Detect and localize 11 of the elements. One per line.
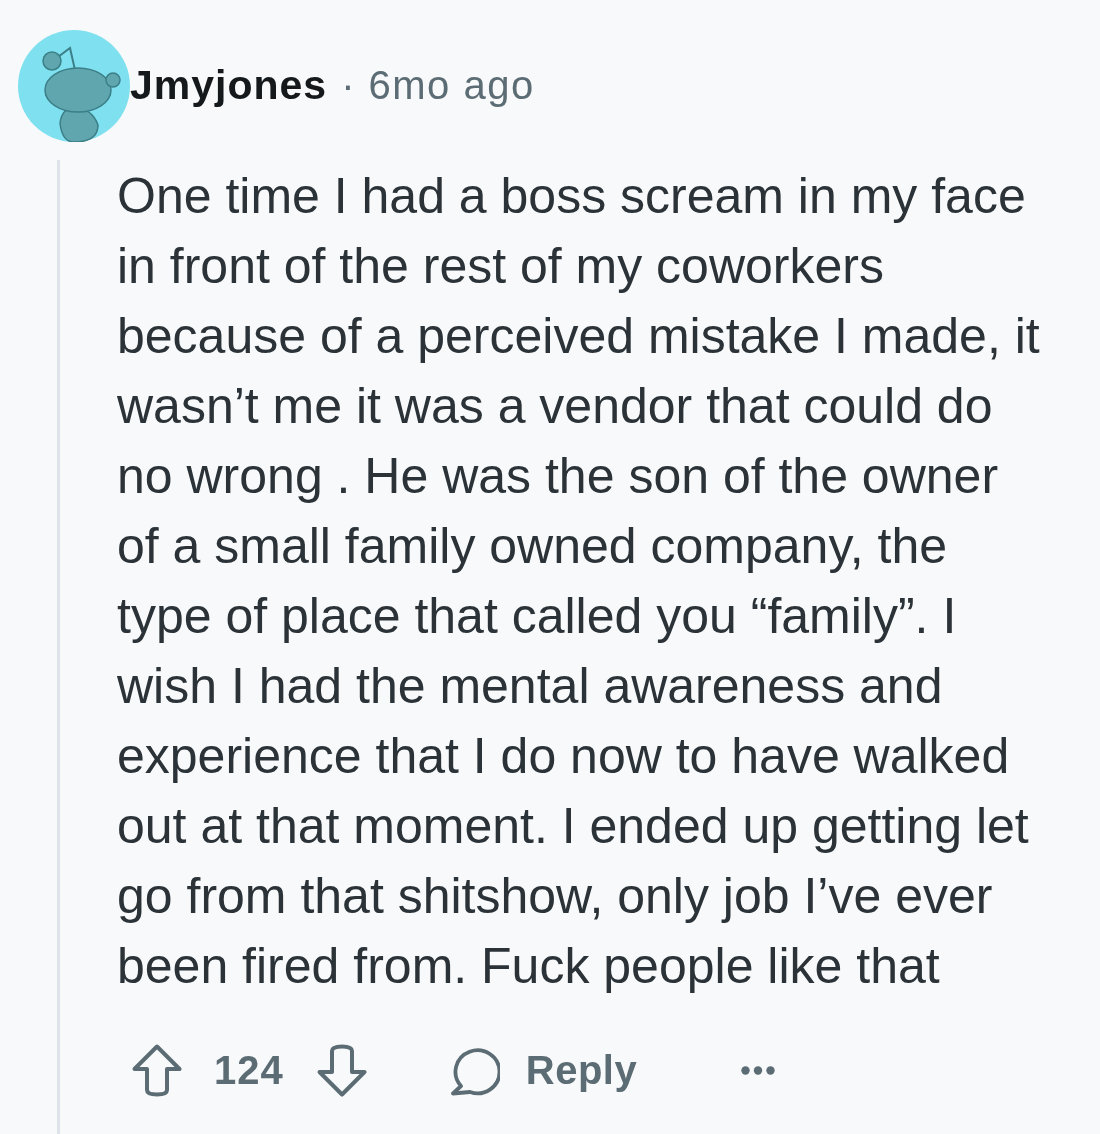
downvote-icon[interactable]: [316, 1044, 367, 1097]
avatar-icon: [18, 30, 130, 142]
username[interactable]: Jmyjones: [130, 61, 328, 109]
comment-text: One time I had a boss scream in my face in front of the rest of my coworkers because of a perceived mistake I made, it wasn’t me it was a vendor that could do no wrong . He was the son of the owner of a small family owned company, the type of place that called you “family”. I wish I had the mental awareness and experience that I do now to have walked out at that moment. I ended up getting let go from that shitshow, only job I’ve ever been fired from. Fuck people like that: [117, 167, 1041, 996]
separator-dot: ·: [341, 62, 355, 108]
reply-button[interactable]: Reply: [449, 1045, 638, 1096]
speech-bubble-icon: [449, 1045, 500, 1096]
upvote-icon[interactable]: [132, 1044, 182, 1097]
timestamp: 6mo ago: [368, 62, 535, 108]
more-options-icon[interactable]: [741, 1066, 776, 1075]
vote-count: 124: [214, 1048, 284, 1093]
